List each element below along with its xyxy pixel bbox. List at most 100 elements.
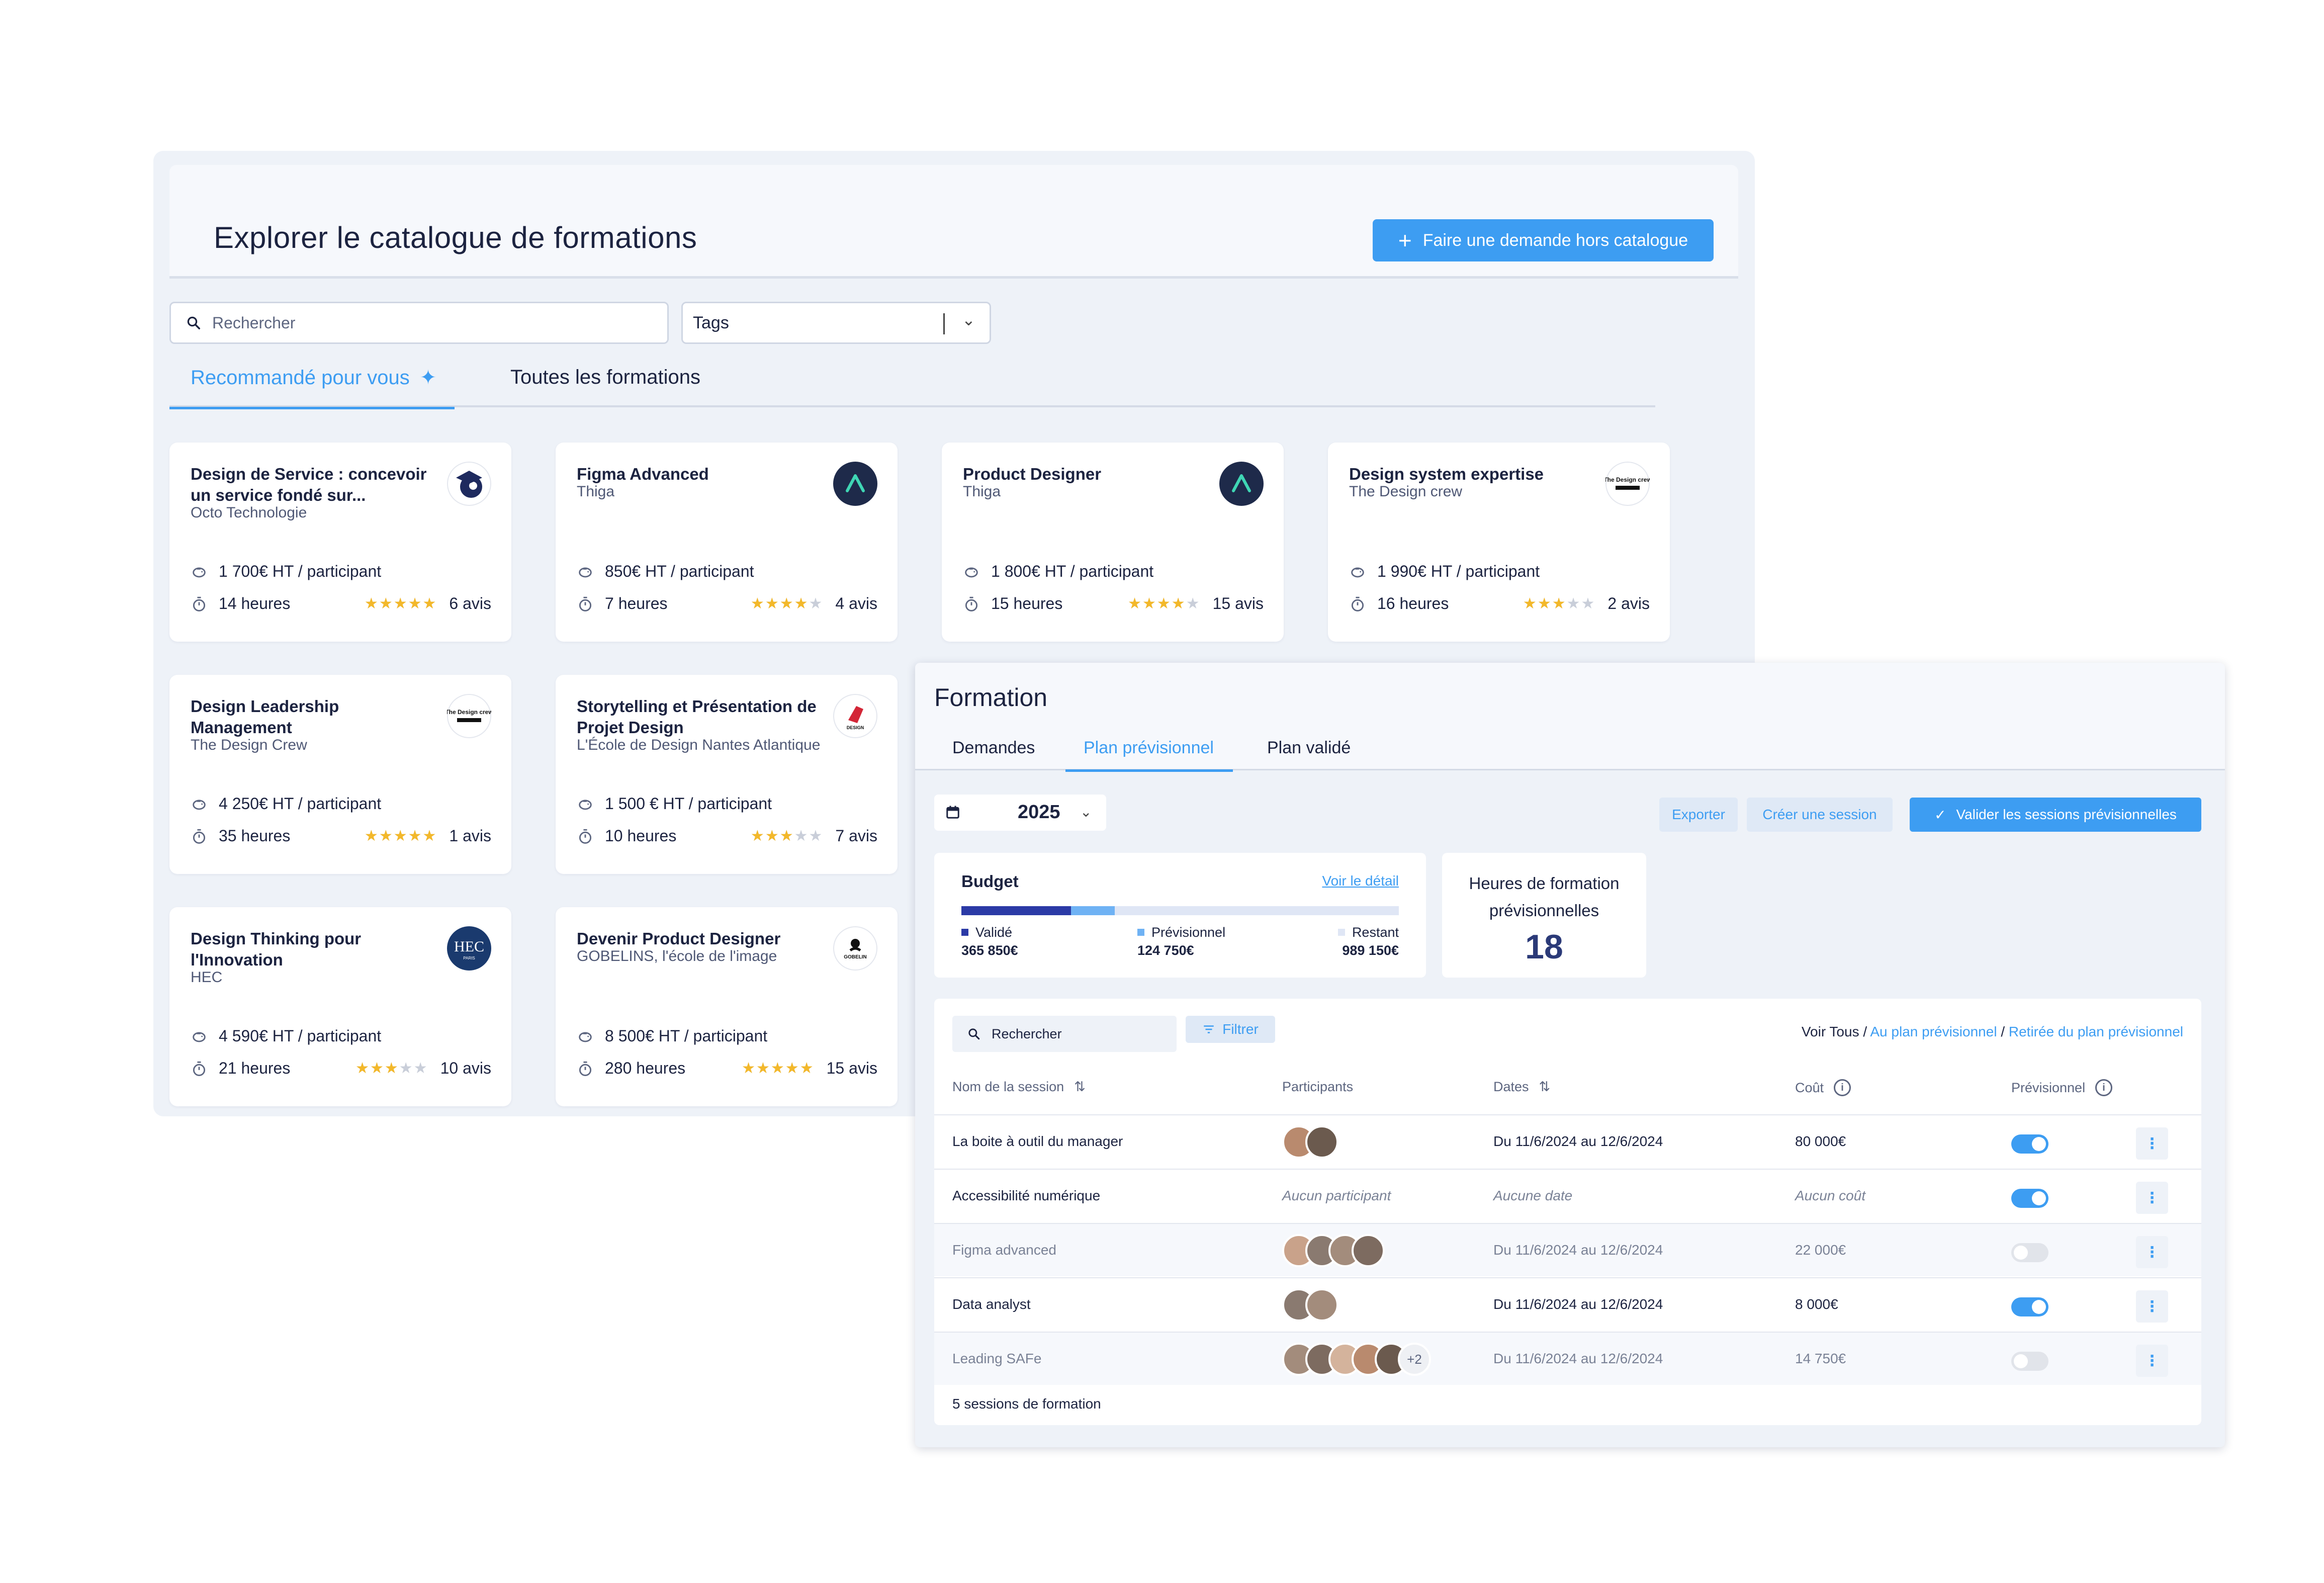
more-participants-badge[interactable]: +2	[1398, 1343, 1431, 1376]
training-duration: 35 heures	[191, 827, 290, 845]
training-provider: Thiga	[577, 483, 615, 500]
hec-logo: HEC PARIS	[447, 926, 491, 971]
design-crew-logo: The Design crew	[1603, 462, 1652, 506]
row-menu-button[interactable]: ⋮	[2136, 1290, 2168, 1323]
forecast-toggle[interactable]	[2011, 1189, 2048, 1208]
catalog-header: Explorer le catalogue de formations + Fa…	[169, 165, 1738, 279]
training-provider: Thiga	[963, 483, 1001, 500]
info-icon[interactable]: i	[2095, 1079, 2113, 1096]
legend-dot	[961, 928, 968, 936]
participant-avatars[interactable]: +2	[1282, 1343, 1431, 1376]
tab-demandes[interactable]: Demandes	[952, 738, 1035, 770]
forecast-toggle[interactable]	[2011, 1134, 2048, 1154]
tab-all-trainings[interactable]: Toutes les formations	[510, 366, 700, 407]
training-card[interactable]: Design Thinking pour l'Innovation HEC HEC P…	[169, 907, 511, 1106]
training-card[interactable]: Design de Service : concevoir un service…	[169, 443, 511, 642]
validate-sessions-button[interactable]: ✓ Valider les sessions prévisionnelles	[1910, 798, 2201, 832]
row-menu-button[interactable]: ⋮	[2136, 1345, 2168, 1377]
column-dates-label: Dates	[1493, 1079, 1529, 1094]
row-menu-button[interactable]: ⋮	[2136, 1127, 2168, 1160]
piggy-bank-icon	[193, 567, 206, 577]
view-removed-link[interactable]: Retirée du plan prévisionnel	[2009, 1024, 2183, 1039]
column-header-participants: Participants	[1282, 1079, 1353, 1095]
training-card[interactable]: Storytelling et Présentation de Projet D…	[556, 675, 898, 874]
participant-avatars[interactable]	[1282, 1288, 1338, 1322]
create-session-button[interactable]: Créer une session	[1747, 798, 1893, 832]
forecast-toggle[interactable]	[2011, 1297, 2048, 1316]
table-row[interactable]: Data analyst Du 11/6/2024 au 12/6/2024 8 0…	[934, 1277, 2201, 1331]
participant-avatars[interactable]	[1282, 1125, 1338, 1159]
plus-icon: +	[1398, 227, 1412, 253]
price-text: 8 500€ HT / participant	[605, 1027, 768, 1045]
column-forecast-label: Prévisionnel	[2011, 1080, 2086, 1095]
price-text: 4 250€ HT / participant	[219, 795, 382, 813]
kebab-icon: ⋮	[2144, 1352, 2160, 1369]
thiga-logo	[1219, 462, 1264, 506]
piggy-bank-icon	[579, 1032, 592, 1042]
select-divider	[943, 313, 945, 334]
request-off-catalog-button[interactable]: + Faire une demande hors catalogue	[1373, 219, 1714, 261]
column-header-name[interactable]: Nom de la session ⇅	[952, 1079, 1086, 1095]
tab-plan-valide[interactable]: Plan validé	[1267, 738, 1351, 770]
training-card[interactable]: Design Leadership Management The Design C…	[169, 675, 511, 874]
info-icon[interactable]: i	[1834, 1079, 1851, 1096]
reviews-count: 15 avis	[826, 1059, 877, 1077]
year-select[interactable]: 2025 ⌄	[934, 795, 1106, 831]
training-rating: ★★★★★★★★★★ 10 avis	[355, 1059, 491, 1078]
kebab-icon: ⋮	[2144, 1189, 2160, 1206]
table-row[interactable]: La boite à outil du manager Du 11/6/2024 …	[934, 1114, 2201, 1168]
session-search-placeholder: Rechercher	[992, 1026, 1062, 1041]
piggy-bank-icon	[579, 567, 592, 577]
design-crew-logo: The Design crew	[445, 694, 493, 738]
training-duration: 10 heures	[577, 827, 676, 845]
filter-button[interactable]: Filtrer	[1186, 1016, 1275, 1043]
session-name: La boite à outil du manager	[952, 1133, 1123, 1149]
svg-text:HEC: HEC	[454, 938, 484, 955]
column-header-forecast: Prévisionnel i	[2011, 1079, 2113, 1096]
forecast-hours-value: 18	[1525, 928, 1563, 966]
avatar	[1305, 1288, 1338, 1322]
row-menu-button[interactable]: ⋮	[2136, 1236, 2168, 1268]
view-all-link[interactable]: Voir Tous	[1802, 1024, 1859, 1039]
session-cost: 14 750€	[1795, 1351, 1846, 1366]
training-card[interactable]: Product Designer Thiga 1 800€ HT / partici…	[942, 443, 1284, 642]
piggy-bank-icon	[193, 800, 206, 810]
svg-text:The Design crew: The Design crew	[1605, 476, 1650, 483]
search-placeholder: Rechercher	[212, 313, 296, 332]
piggy-bank-icon	[965, 567, 978, 577]
catalog-search-input[interactable]: Rechercher	[169, 302, 669, 344]
training-price: 4 590€ HT / participant	[191, 1027, 381, 1045]
table-row[interactable]: Figma advanced Du 11/6/2024 au 12/6/2024 2…	[934, 1223, 2201, 1276]
forecast-toggle[interactable]	[2011, 1243, 2048, 1262]
stopwatch-icon	[965, 596, 978, 611]
row-menu-button[interactable]: ⋮	[2136, 1182, 2168, 1214]
view-plan-link[interactable]: Au plan prévisionnel	[1870, 1024, 1997, 1039]
chevron-down-icon: ⌄	[1080, 804, 1092, 820]
session-name: Accessibilité numérique	[952, 1188, 1101, 1203]
session-name: Figma advanced	[952, 1242, 1057, 1258]
table-row[interactable]: Leading SAFe +2 Du 11/6/2024 au 12/6/2024 1…	[934, 1332, 2201, 1385]
sparkle-icon: ✦	[419, 367, 437, 389]
forecast-toggle[interactable]	[2011, 1352, 2048, 1371]
page-title: Explorer le catalogue de formations	[214, 221, 697, 254]
participant-avatars[interactable]	[1282, 1234, 1385, 1267]
export-button[interactable]: Exporter	[1659, 798, 1738, 832]
participants-empty: Aucun participant	[1282, 1188, 1391, 1203]
tab-recommended[interactable]: Recommandé pour vous ✦	[169, 366, 455, 409]
training-card[interactable]: Design system expertise The Design crew Th…	[1328, 443, 1670, 642]
avatar	[1352, 1234, 1385, 1267]
formation-title: Formation	[934, 683, 1048, 712]
svg-text:PARIS: PARIS	[463, 956, 475, 960]
training-card[interactable]: Devenir Product Designer GOBELINS, l'écol…	[556, 907, 898, 1106]
table-row[interactable]: Accessibilité numérique Aucun participant…	[934, 1169, 2201, 1222]
tab-plan-previsionnel[interactable]: Plan prévisionnel	[1065, 738, 1233, 772]
reviews-count: 4 avis	[835, 594, 877, 612]
budget-detail-link[interactable]: Voir le détail	[1322, 873, 1399, 889]
training-card[interactable]: Figma Advanced Thiga 850€ HT / participant…	[556, 443, 898, 642]
kebab-icon: ⋮	[2144, 1135, 2160, 1152]
column-header-dates[interactable]: Dates ⇅	[1493, 1079, 1550, 1095]
tags-placeholder: Tags	[693, 313, 729, 332]
tags-select[interactable]: Tags ⌄	[681, 302, 991, 344]
octo-logo	[447, 462, 491, 506]
session-search-input[interactable]: Rechercher	[952, 1016, 1177, 1052]
